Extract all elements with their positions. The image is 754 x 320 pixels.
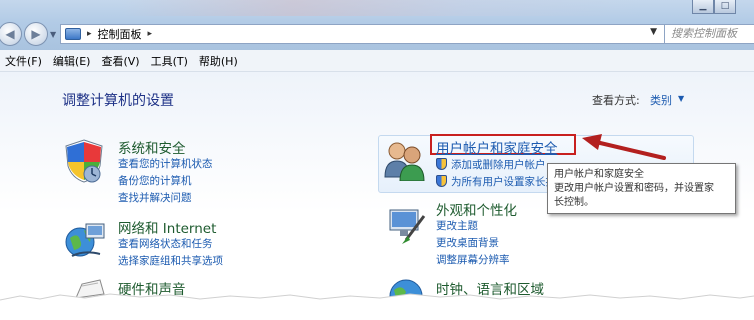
link-view-network-status[interactable]: 查看网络状态和任务	[118, 236, 213, 251]
window-controls: ▁ □	[692, 0, 736, 14]
address-dropdown-icon[interactable]: ▼	[650, 27, 657, 37]
maximize-button[interactable]: □	[714, 0, 736, 14]
link-change-desktop-background[interactable]: 更改桌面背景	[436, 235, 499, 250]
link-homegroup-sharing[interactable]: 选择家庭组和共享选项	[118, 253, 223, 268]
category-system-security[interactable]: 系统和安全	[118, 137, 186, 157]
tooltip: 用户帐户和家庭安全 更改用户帐户设置和密码，并设置家 长控制。	[547, 163, 736, 214]
view-by-label: 查看方式:	[592, 94, 640, 107]
torn-edge-decoration	[0, 293, 754, 320]
tooltip-description-line1: 更改用户帐户设置和密码，并设置家	[554, 183, 714, 194]
view-by-dropdown[interactable]: 类别	[650, 92, 672, 108]
window-titlebar: ▁ □ ◀ ▶ ▼ ▸ 控制面板 ▸ ▼ ↻ 搜索控制面板	[0, 0, 754, 50]
forward-arrow-icon: ▶	[31, 27, 41, 41]
link-add-remove-accounts[interactable]: 添加或删除用户帐户	[451, 157, 546, 172]
category-user-accounts[interactable]: 用户帐户和家庭安全	[436, 137, 558, 157]
titlebar-blur	[120, 0, 640, 16]
link-change-theme[interactable]: 更改主题	[436, 218, 478, 233]
control-panel-content: 调整计算机的设置 查看方式: 类别 ▼ 系统和安全 查看您的计算机状态 备份您的…	[0, 72, 754, 320]
recent-pages-dropdown[interactable]: ▼	[50, 30, 56, 39]
menu-bar: 文件(F) 编辑(E) 查看(V) 工具(T) 帮助(H)	[0, 50, 754, 72]
link-adjust-resolution[interactable]: 调整屏幕分辨率	[436, 252, 510, 267]
page-title: 调整计算机的设置	[62, 93, 174, 109]
monitor-brush-icon[interactable]	[384, 206, 428, 246]
menu-file[interactable]: 文件(F)	[0, 53, 48, 69]
shield-icon[interactable]	[62, 138, 106, 184]
breadcrumb-control-panel[interactable]: 控制面板	[98, 26, 142, 42]
control-panel-icon	[65, 28, 81, 40]
link-view-computer-status[interactable]: 查看您的计算机状态	[118, 156, 213, 171]
menu-help[interactable]: 帮助(H)	[194, 53, 244, 69]
minimize-button[interactable]: ▁	[692, 0, 714, 14]
search-input[interactable]: 搜索控制面板	[664, 24, 754, 44]
link-backup-computer[interactable]: 备份您的计算机	[118, 173, 192, 188]
uac-shield-icon-2	[436, 175, 447, 187]
link-troubleshoot[interactable]: 查找并解决问题	[118, 190, 192, 205]
back-button[interactable]: ◀	[0, 22, 22, 46]
red-arrow-icon	[582, 134, 666, 160]
forward-button[interactable]: ▶	[24, 22, 48, 46]
menu-view[interactable]: 查看(V)	[96, 53, 145, 69]
network-globe-icon[interactable]	[64, 220, 106, 260]
category-network-internet[interactable]: 网络和 Internet	[118, 217, 216, 237]
tooltip-description-line2: 长控制。	[554, 197, 594, 208]
address-bar[interactable]: ▸ 控制面板 ▸ ▼ ↻	[60, 24, 688, 44]
chevron-down-icon[interactable]: ▼	[678, 94, 684, 103]
users-icon[interactable]	[382, 139, 428, 181]
menu-tools[interactable]: 工具(T)	[146, 53, 194, 69]
uac-shield-icon	[436, 158, 447, 170]
tooltip-title: 用户帐户和家庭安全	[554, 169, 644, 180]
menu-edit[interactable]: 编辑(E)	[48, 53, 97, 69]
breadcrumb-separator-2[interactable]: ▸	[148, 29, 153, 39]
category-appearance[interactable]: 外观和个性化	[436, 199, 517, 219]
back-arrow-icon: ◀	[5, 27, 15, 41]
breadcrumb-separator[interactable]: ▸	[87, 29, 92, 39]
